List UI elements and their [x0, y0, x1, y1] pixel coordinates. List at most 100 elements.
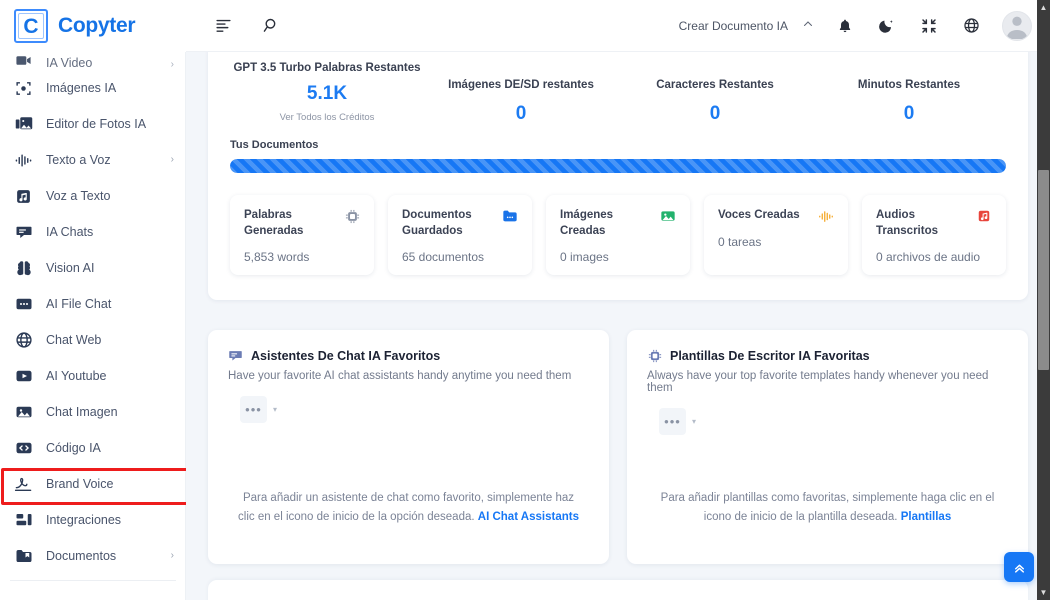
logo-letter: C: [23, 14, 39, 38]
panel-footer-link[interactable]: AI Chat Assistants: [478, 511, 579, 523]
more-options-button[interactable]: •••: [240, 396, 267, 423]
sidebar-item-texto-a-voz[interactable]: Texto a Voz ›: [0, 142, 186, 178]
sidebar-item-label: Texto a Voz: [46, 153, 111, 167]
tile-audios-transcritos[interactable]: Audios Transcritos 0 archivos de audio: [862, 195, 1006, 275]
scrollbar-thumb[interactable]: [1038, 170, 1049, 370]
panel-footer-link[interactable]: Plantillas: [901, 511, 952, 523]
globe-icon[interactable]: [960, 15, 982, 37]
sidebar-item-ia-chats[interactable]: IA Chats: [0, 214, 186, 250]
scroll-down-arrow-icon[interactable]: ▼: [1037, 586, 1050, 599]
signature-icon: [14, 475, 33, 494]
documents-progress-label: Tus Documentos: [230, 139, 319, 151]
chat-bubble-icon: [14, 223, 33, 242]
sidebar-item-label: Código IA: [46, 441, 101, 455]
chip-ai-icon: [647, 348, 662, 363]
waveform-icon: [14, 151, 33, 170]
audio-wave-icon: [818, 208, 834, 224]
code-icon: [14, 439, 33, 458]
credit-label: GPT 3.5 Turbo Palabras Restantes: [233, 62, 421, 74]
chevron-up-icon[interactable]: [802, 18, 814, 33]
sidebar-item-voz-a-texto[interactable]: Voz a Texto: [0, 178, 186, 214]
sidebar-item-documentos[interactable]: Documentos ›: [0, 538, 186, 574]
globe-icon: [14, 331, 33, 350]
more-options-button[interactable]: •••: [659, 408, 686, 435]
documents-icon: [14, 547, 33, 566]
tile-value: 5,853 words: [244, 250, 310, 265]
chevron-down-icon[interactable]: ▾: [273, 405, 277, 414]
tile-title: Voces Creadas: [718, 209, 800, 221]
dashboard-content: GPT 3.5 Turbo Palabras Restantes 5.1K Ve…: [186, 52, 1050, 600]
sidebar-item-integraciones[interactable]: Integraciones: [0, 502, 186, 538]
chevron-right-icon: ›: [170, 59, 174, 70]
tiles-row: Palabras Generadas 5,853 words Documento…: [230, 195, 1006, 275]
brand-name: Copyter: [58, 14, 136, 37]
sidebar-item-ia-video[interactable]: IA Video ›: [0, 52, 186, 70]
tile-title: Audios Transcritos: [876, 209, 938, 237]
credit-value: 0: [709, 103, 721, 124]
brain-icon: [14, 259, 33, 278]
logo-mark-icon: C: [14, 9, 48, 43]
sidebar-item-label: Editor de Fotos IA: [46, 117, 147, 131]
moon-icon[interactable]: [876, 15, 898, 37]
search-icon[interactable]: [260, 15, 282, 37]
tile-title: Documentos Guardados: [402, 209, 472, 237]
page-scrollbar[interactable]: ▲ ▼: [1037, 0, 1050, 600]
sidebar-item-label: Voz a Texto: [46, 189, 111, 203]
user-avatar[interactable]: [1002, 10, 1032, 41]
chevron-down-icon[interactable]: ▾: [692, 417, 696, 426]
tile-value: 0 tareas: [718, 235, 762, 249]
video-icon: [14, 52, 33, 70]
tile-documentos-guardados[interactable]: Documentos Guardados 65 documentos: [388, 195, 532, 275]
sidebar-item-imagenes-ia[interactable]: Imágenes IA: [0, 70, 186, 106]
sidebar-item-label: IA Chats: [46, 225, 94, 239]
sidebar-item-brand-voice[interactable]: Brand Voice: [0, 466, 186, 502]
sidebar: C Copyter IA Video › Imágenes IA Editor …: [0, 0, 186, 600]
sidebar-item-label: Imágenes IA: [46, 81, 117, 95]
menu-align-icon[interactable]: [212, 15, 234, 37]
photo-editor-icon: [14, 115, 33, 134]
credit-value: 5.1K: [306, 83, 348, 104]
sidebar-item-editor-de-fotos-ia[interactable]: Editor de Fotos IA: [0, 106, 186, 142]
panel-subtitle: Always have your top favorite templates …: [647, 370, 989, 394]
sidebar-item-ai-youtube[interactable]: AI Youtube: [0, 358, 186, 394]
image-green-icon: [660, 208, 676, 224]
sidebar-item-label: Chat Web: [46, 333, 102, 347]
credit-value: 0: [903, 103, 915, 124]
tile-voces-creadas[interactable]: Voces Creadas 0 tareas: [704, 195, 848, 275]
music-note-icon: [14, 187, 33, 206]
documents-progress-track: [230, 159, 1006, 173]
compress-icon[interactable]: [918, 15, 940, 37]
sidebar-item-label: Brand Voice: [46, 477, 114, 491]
sidebar-nav: IA Video › Imágenes IA Editor de Fotos I…: [0, 52, 186, 600]
sidebar-item-codigo-ia[interactable]: Código IA: [0, 430, 186, 466]
chip-ai-icon: [344, 208, 360, 224]
scroll-to-top-button[interactable]: [1004, 552, 1034, 582]
panel-subtitle: Have your favorite AI chat assistants ha…: [228, 370, 572, 382]
app-root: C Copyter IA Video › Imágenes IA Editor …: [0, 0, 1050, 600]
sidebar-item-label: Documentos: [46, 549, 117, 563]
brand-logo[interactable]: C Copyter: [0, 0, 186, 52]
credit-label: Caracteres Restantes: [656, 79, 774, 91]
view-all-credits-link[interactable]: Ver Todos los Créditos: [230, 112, 424, 123]
sidebar-item-chat-web[interactable]: Chat Web: [0, 322, 186, 358]
stats-card: GPT 3.5 Turbo Palabras Restantes 5.1K Ve…: [208, 52, 1028, 300]
sidebar-item-ai-file-chat[interactable]: AI File Chat: [0, 286, 186, 322]
bell-icon[interactable]: [834, 15, 856, 37]
scroll-up-arrow-icon[interactable]: ▲: [1037, 1, 1050, 14]
next-section-card: [208, 580, 1028, 600]
sidebar-item-chat-imagen[interactable]: Chat Imagen: [0, 394, 186, 430]
picture-icon: [14, 403, 33, 422]
main-region: Crear Documento IA GPT 3.5 Turbo Palabra…: [186, 0, 1050, 600]
create-document-button[interactable]: Crear Documento IA: [679, 19, 788, 33]
credit-label: Minutos Restantes: [857, 79, 961, 91]
credits-row: GPT 3.5 Turbo Palabras Restantes 5.1K Ve…: [230, 54, 1006, 125]
tile-palabras-generadas[interactable]: Palabras Generadas 5,853 words: [230, 195, 374, 275]
sidebar-item-vision-ai[interactable]: Vision AI: [0, 250, 186, 286]
credit-images: Imágenes DE/SD restantes 0: [424, 62, 618, 125]
panel-favourite-chat-assistants: Asistentes De Chat IA Favoritos Have you…: [208, 330, 609, 564]
chevron-right-icon: ›: [170, 154, 174, 165]
tile-imagenes-creadas[interactable]: Imágenes Creadas 0 images: [546, 195, 690, 275]
panel-title: Asistentes De Chat IA Favoritos: [251, 348, 441, 363]
sidebar-item-label: Vision AI: [46, 261, 95, 275]
credit-label: Imágenes DE/SD restantes: [448, 79, 594, 91]
